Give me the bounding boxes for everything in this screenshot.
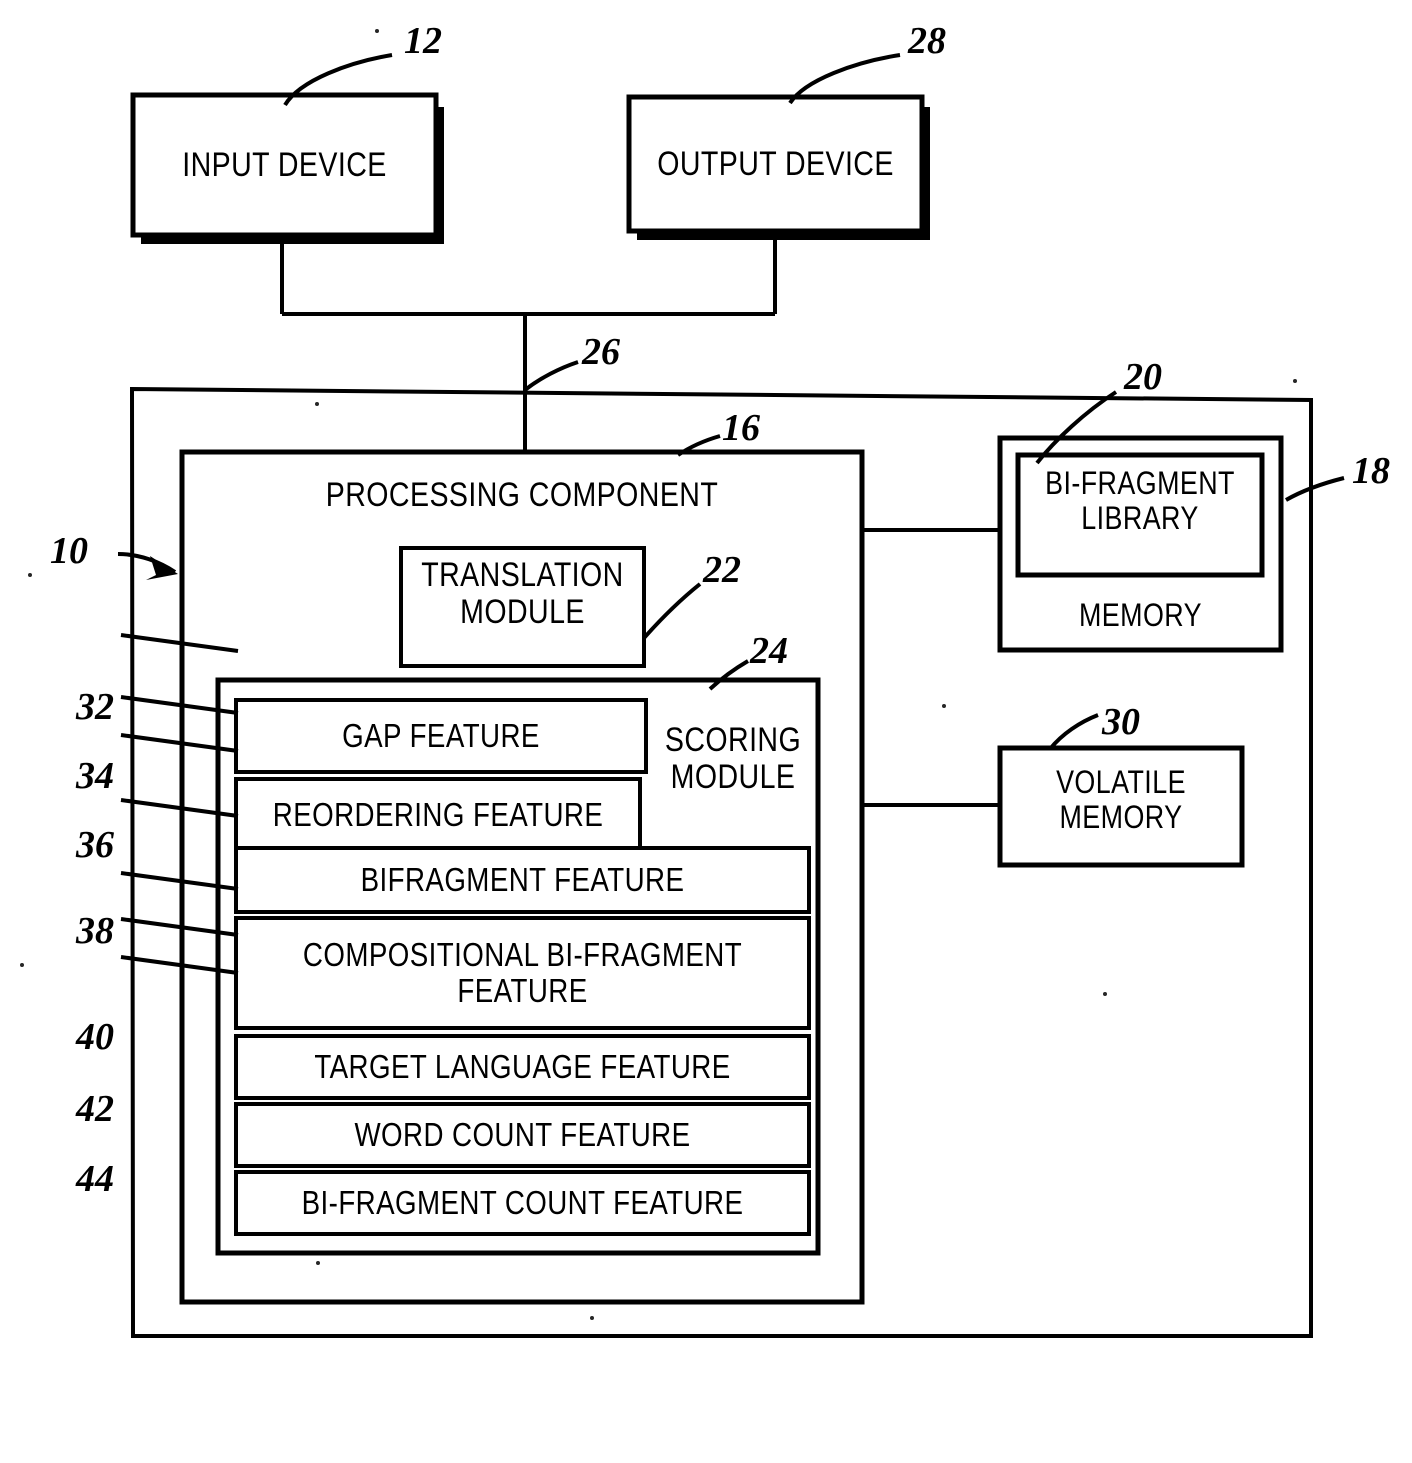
- feature-label-target-language: TARGET LANGUAGE FEATURE: [314, 1048, 731, 1086]
- ref-numeral-28: 28: [908, 20, 946, 62]
- feature-label-compositional-bifragment-line1: COMPOSITIONAL BI-FRAGMENT: [302, 936, 743, 974]
- feature-label-compositional-bifragment: COMPOSITIONAL BI-FRAGMENT FEATURE: [282, 918, 763, 1028]
- ref-numeral-16: 16: [722, 407, 760, 449]
- translation-module-label-line2: MODULE: [460, 592, 585, 631]
- ref-numeral-36: 36: [76, 824, 114, 866]
- ref-numeral-12: 12: [404, 20, 442, 62]
- scoring-module-label: SCORING MODULE: [662, 722, 805, 795]
- input-device-label: INPUT DEVICE: [182, 145, 387, 184]
- processing-component-label: PROCESSING COMPONENT: [325, 476, 719, 514]
- feature-label-compositional-bifragment-line2: FEATURE: [457, 972, 588, 1009]
- ref-numeral-26: 26: [582, 331, 620, 373]
- feature-label-bifragment-count: BI-FRAGMENT COUNT FEATURE: [301, 1184, 744, 1222]
- ref-numeral-22: 22: [703, 549, 741, 591]
- feature-label-reordering: REORDERING FEATURE: [272, 796, 604, 834]
- ref-numeral-32: 32: [76, 686, 114, 728]
- ref-numeral-44: 44: [76, 1158, 114, 1200]
- bifragment-library-label: BI-FRAGMENT LIBRARY: [1038, 466, 1243, 535]
- ref-numeral-34: 34: [76, 755, 114, 797]
- memory-label: MEMORY: [1078, 597, 1202, 633]
- feature-label-word-count: WORD COUNT FEATURE: [354, 1116, 691, 1154]
- ref-numeral-20: 20: [1124, 356, 1162, 398]
- ref-numeral-18: 18: [1352, 450, 1390, 492]
- volatile-memory-label-line2: MEMORY: [1059, 798, 1183, 835]
- translation-module-label: TRANSLATION MODULE: [420, 557, 624, 630]
- patent-figure: INPUT DEVICE OUTPUT DEVICE PROCESSING CO…: [0, 0, 1412, 1463]
- volatile-memory-label: VOLATILE MEMORY: [1019, 765, 1222, 834]
- feature-label-bifragment: BIFRAGMENT FEATURE: [360, 861, 685, 899]
- bifragment-library-label-line1: BI-FRAGMENT: [1045, 465, 1235, 501]
- feature-label-gap: GAP FEATURE: [342, 717, 540, 755]
- translation-module-label-line1: TRANSLATION: [421, 556, 624, 594]
- ref-numeral-42: 42: [76, 1088, 114, 1130]
- volatile-memory-label-line1: VOLATILE: [1056, 764, 1186, 800]
- scoring-module-label-line1: SCORING: [664, 721, 802, 759]
- output-device-label: OUTPUT DEVICE: [657, 144, 894, 183]
- ref-numeral-30: 30: [1102, 701, 1140, 743]
- scoring-module-label-line2: MODULE: [670, 757, 796, 796]
- ref-numeral-40: 40: [76, 1016, 114, 1058]
- ref-numeral-10: 10: [50, 530, 88, 572]
- bifragment-library-label-line2: LIBRARY: [1081, 499, 1199, 536]
- ref-numeral-38: 38: [76, 910, 114, 952]
- ref-numeral-24: 24: [750, 630, 788, 672]
